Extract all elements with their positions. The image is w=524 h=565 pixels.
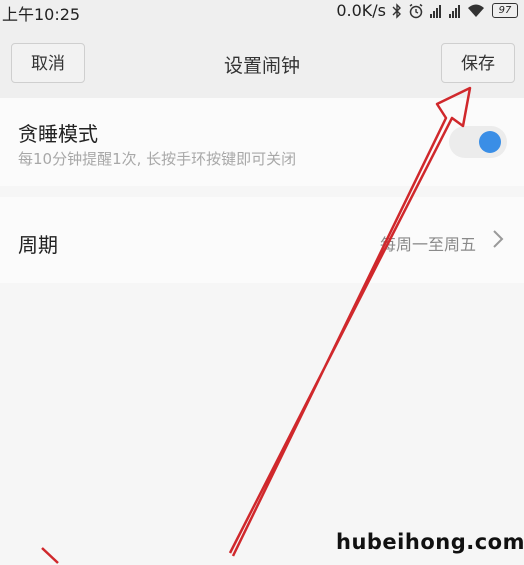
wifi-icon [468,4,484,17]
status-bar: 上午10:25 0.0K/s 97 [0,0,524,24]
watermark: hubeihong.com [336,530,524,554]
snooze-setting-row: 贪睡模式 每10分钟提醒1次, 长按手环按键即可关闭 [0,98,524,186]
alarm-icon [409,3,423,18]
period-label: 周期 [18,233,58,257]
signal-icon [449,4,460,18]
period-setting-row[interactable]: 周期 每周一至周五 [0,197,524,283]
chevron-right-icon [493,230,504,248]
bluetooth-icon [392,2,401,19]
title-bar: 取消 设置闹钟 保存 [0,24,524,98]
status-time: 上午10:25 [2,5,81,24]
save-button[interactable]: 保存 [441,43,515,83]
snooze-label: 贪睡模式 [18,122,98,146]
snooze-description: 每10分钟提醒1次, 长按手环按键即可关闭 [18,150,297,168]
battery-icon: 97 [492,3,518,18]
period-value: 每周一至周五 [379,235,476,254]
network-speed: 0.0K/s [336,1,386,20]
snooze-toggle[interactable] [449,126,507,158]
signal-icon [430,4,443,18]
status-icons: 0.0K/s 97 [336,1,518,20]
toggle-knob [479,131,501,153]
